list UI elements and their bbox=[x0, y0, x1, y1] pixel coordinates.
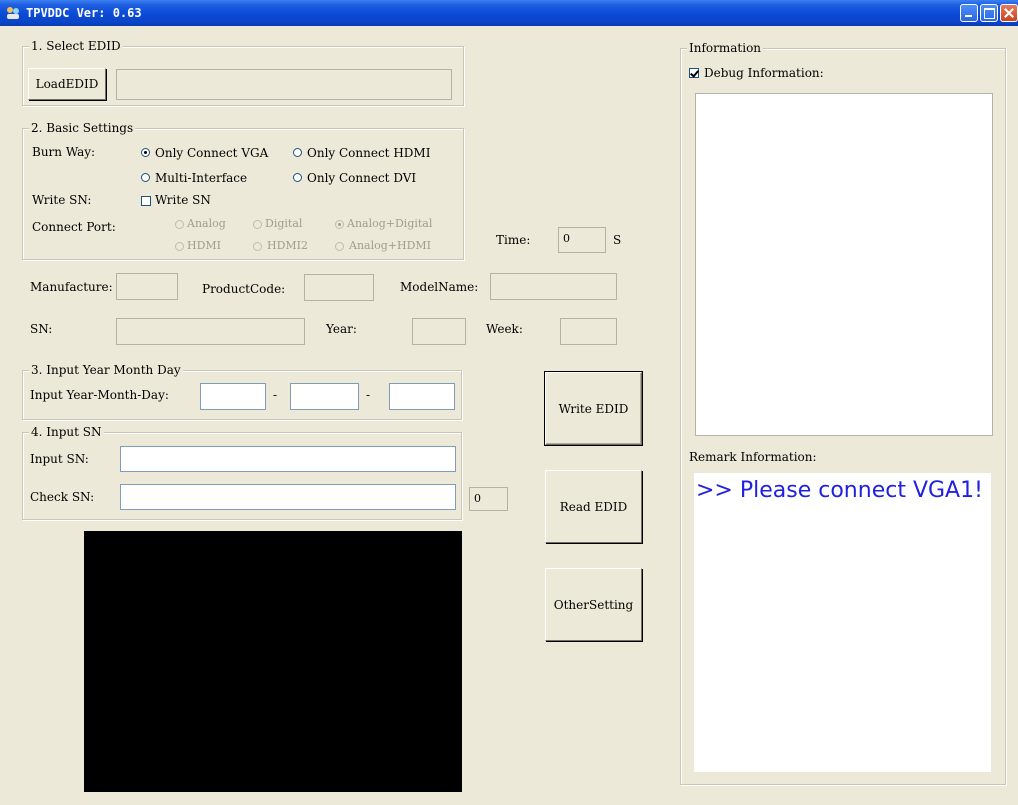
sn-count-field[interactable]: 0 bbox=[469, 487, 508, 511]
window-title: TPVDDC Ver: 0.63 bbox=[26, 6, 142, 20]
year-input[interactable] bbox=[200, 383, 266, 410]
manufacture-label: Manufacture: bbox=[30, 280, 113, 294]
radio-port-analog[interactable] bbox=[175, 220, 184, 229]
radio-multi-interface[interactable] bbox=[141, 173, 150, 182]
radio-port-analog-hdmi[interactable] bbox=[335, 242, 344, 251]
radio-port-digital-label[interactable]: Digital bbox=[265, 217, 302, 230]
day-input[interactable] bbox=[389, 383, 455, 410]
check-sn-label: Check SN: bbox=[30, 490, 95, 504]
radio-port-analog-label[interactable]: Analog bbox=[187, 217, 226, 230]
radio-only-dvi[interactable] bbox=[293, 173, 302, 182]
year-field[interactable] bbox=[412, 318, 466, 345]
modelname-field[interactable] bbox=[490, 273, 617, 300]
manufacture-field[interactable] bbox=[116, 273, 178, 300]
other-setting-button[interactable]: OtherSetting bbox=[545, 568, 642, 641]
radio-port-hdmi2[interactable] bbox=[253, 242, 262, 251]
radio-port-analog-digital[interactable] bbox=[335, 220, 344, 229]
radio-multi-interface-label[interactable]: Multi-Interface bbox=[155, 171, 247, 185]
close-icon[interactable] bbox=[1000, 4, 1018, 22]
select-edid-legend: 1. Select EDID bbox=[29, 39, 123, 53]
remark-box[interactable]: >> Please connect VGA1! bbox=[694, 473, 991, 772]
radio-port-analog-hdmi-label[interactable]: Analog+HDMI bbox=[349, 239, 431, 252]
basic-settings-legend: 2. Basic Settings bbox=[29, 121, 136, 135]
time-label: Time: bbox=[496, 233, 531, 247]
maximize-icon[interactable] bbox=[980, 4, 998, 22]
input-sn-label: Input SN: bbox=[30, 452, 89, 466]
week-field[interactable] bbox=[560, 318, 617, 345]
write-sn-checkbox[interactable] bbox=[141, 196, 151, 206]
load-edid-button[interactable]: LoadEDID bbox=[28, 68, 106, 100]
radio-only-vga-label[interactable]: Only Connect VGA bbox=[155, 146, 268, 160]
connect-port-label: Connect Port: bbox=[32, 220, 116, 234]
preview-area bbox=[84, 531, 462, 792]
debug-info-label[interactable]: Debug Information: bbox=[704, 66, 824, 80]
radio-only-hdmi[interactable] bbox=[293, 148, 302, 157]
input-date-label: Input Year-Month-Day: bbox=[30, 388, 169, 402]
radio-port-digital[interactable] bbox=[253, 220, 262, 229]
sn-field[interactable] bbox=[116, 318, 305, 345]
time-field[interactable]: 0 bbox=[558, 227, 606, 253]
radio-port-hdmi[interactable] bbox=[175, 242, 184, 251]
radio-only-vga[interactable] bbox=[141, 148, 150, 157]
radio-only-dvi-label[interactable]: Only Connect DVI bbox=[307, 171, 416, 185]
title-bar[interactable]: TPVDDC Ver: 0.63 bbox=[0, 0, 1018, 26]
burn-way-label: Burn Way: bbox=[32, 145, 96, 159]
date-separator-1: - bbox=[273, 388, 278, 402]
radio-port-analog-digital-label[interactable]: Analog+Digital bbox=[347, 217, 432, 230]
month-input[interactable] bbox=[290, 383, 359, 410]
write-edid-button[interactable]: Write EDID bbox=[544, 371, 643, 446]
input-sn-legend: 4. Input SN bbox=[29, 425, 104, 439]
radio-port-hdmi-label[interactable]: HDMI bbox=[187, 239, 221, 252]
input-date-legend: 3. Input Year Month Day bbox=[29, 363, 183, 377]
write-sn-checkbox-label[interactable]: Write SN bbox=[155, 193, 211, 207]
radio-port-hdmi2-label[interactable]: HDMI2 bbox=[267, 239, 308, 252]
remark-info-label: Remark Information: bbox=[689, 450, 817, 464]
input-sn-field[interactable] bbox=[120, 446, 456, 472]
information-legend: Information bbox=[687, 41, 764, 55]
remark-text: >> Please connect VGA1! bbox=[696, 478, 983, 503]
sn-label: SN: bbox=[30, 322, 53, 336]
time-unit: S bbox=[613, 233, 622, 247]
debug-info-checkbox[interactable] bbox=[689, 68, 699, 78]
date-separator-2: - bbox=[366, 388, 371, 402]
productcode-label: ProductCode: bbox=[202, 282, 286, 296]
edid-path-field[interactable] bbox=[116, 69, 452, 100]
year-label: Year: bbox=[326, 322, 357, 336]
productcode-field[interactable] bbox=[304, 274, 374, 301]
radio-only-hdmi-label[interactable]: Only Connect HDMI bbox=[307, 146, 430, 160]
debug-log-box[interactable] bbox=[695, 93, 993, 436]
app-icon bbox=[7, 7, 19, 19]
check-sn-field[interactable] bbox=[120, 484, 456, 510]
write-sn-label: Write SN: bbox=[32, 193, 92, 207]
minimize-icon[interactable] bbox=[960, 4, 978, 22]
modelname-label: ModelName: bbox=[400, 280, 479, 294]
read-edid-button[interactable]: Read EDID bbox=[545, 470, 642, 543]
week-label: Week: bbox=[486, 322, 523, 336]
